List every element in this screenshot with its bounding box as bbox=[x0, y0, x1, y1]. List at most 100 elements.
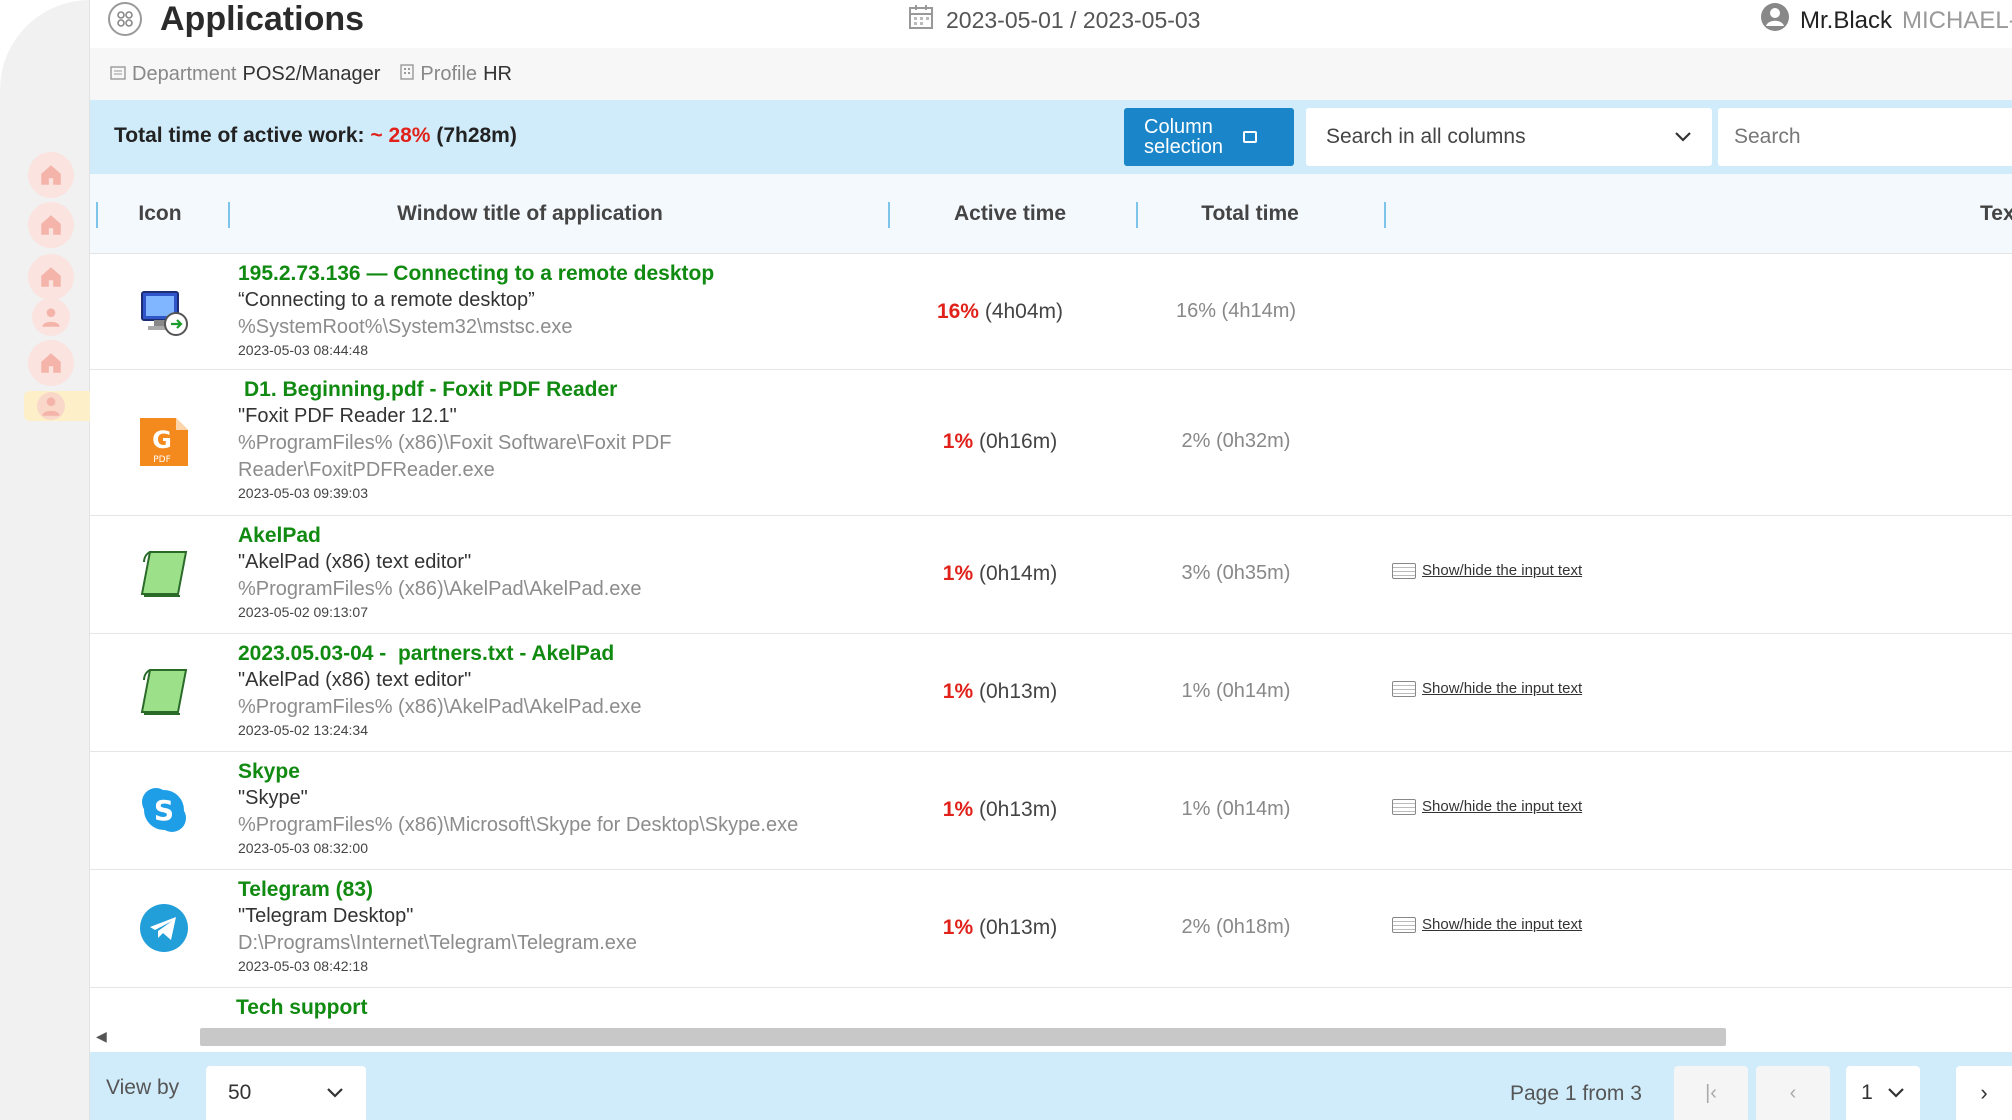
scroll-left-icon[interactable]: ◀ bbox=[96, 1028, 107, 1045]
akelpad-icon bbox=[134, 662, 194, 722]
horizontal-scrollbar[interactable]: ◀ bbox=[90, 1022, 2012, 1052]
filter-info-bar: Department POS2/Manager Profile HR bbox=[90, 48, 2012, 100]
column-selection-line2: selection bbox=[1144, 136, 1223, 158]
chevron-down-icon bbox=[1674, 125, 1692, 149]
table-header: Icon Window title of application Active … bbox=[90, 174, 2012, 254]
show-hide-input-text-link[interactable]: Show/hide the input text bbox=[1392, 798, 1582, 815]
total-percent: 28% bbox=[388, 124, 431, 147]
column-selection-button[interactable]: Column selection bbox=[1124, 108, 1294, 166]
active-duration: (0h13m) bbox=[979, 916, 1058, 939]
column-separator[interactable] bbox=[888, 202, 890, 228]
table-row[interactable]: AkelPad "AkelPad (x86) text editor" %Pro… bbox=[90, 516, 2012, 634]
row-total-time: 2% (0h32m) bbox=[1181, 430, 1291, 452]
show-hide-label: Show/hide the input text bbox=[1422, 916, 1583, 933]
akelpad-icon bbox=[134, 544, 194, 604]
header: Applications 2023-05-01 / 2023-05-03 Mr.… bbox=[90, 0, 2012, 48]
show-hide-input-text-link[interactable]: Show/hide the input text bbox=[1392, 680, 1582, 697]
page-select[interactable]: 1 bbox=[1846, 1066, 1920, 1120]
active-duration: (4h04m) bbox=[984, 300, 1064, 323]
table-row[interactable]: Telegram (83) "Telegram Desktop" D:\Prog… bbox=[90, 870, 2012, 988]
telegram-icon bbox=[134, 898, 194, 958]
show-hide-input-text-link[interactable]: Show/hide the input text bbox=[1392, 916, 1582, 933]
home-icon[interactable] bbox=[28, 152, 74, 198]
table-row[interactable]: 2023.05.03-04 - partners.txt - AkelPad "… bbox=[90, 634, 2012, 752]
home-icon[interactable] bbox=[28, 340, 74, 386]
page-info: Page 1 from 3 bbox=[1510, 1082, 1642, 1105]
column-header-total-time[interactable]: Total time bbox=[1150, 174, 1350, 254]
table-row[interactable]: 195.2.73.136 — Connecting to a remote de… bbox=[90, 254, 2012, 370]
active-percent: 1% bbox=[942, 680, 974, 703]
row-total-time: 1% (0h14m) bbox=[1181, 798, 1291, 820]
scrollbar-thumb[interactable] bbox=[200, 1028, 1726, 1046]
apps-grid-icon bbox=[108, 2, 142, 36]
keyboard-icon bbox=[1392, 562, 1416, 579]
table-toolbar: Total time of active work: ~ 28% (7h28m)… bbox=[90, 100, 2012, 174]
user-id: MICHAEL- bbox=[1902, 6, 2012, 34]
keyboard-icon bbox=[1392, 798, 1416, 815]
view-by-label: View by bbox=[106, 1076, 180, 1099]
show-hide-label: Show/hide the input text bbox=[1422, 680, 1583, 697]
skype-icon: S bbox=[134, 780, 194, 840]
column-separator[interactable] bbox=[1136, 202, 1138, 228]
row-title[interactable]: 195.2.73.136 — Connecting to a remote de… bbox=[238, 260, 858, 287]
row-text: 195.2.73.136 — Connecting to a remote de… bbox=[238, 260, 858, 359]
column-header-icon[interactable]: Icon bbox=[120, 174, 200, 254]
row-title[interactable]: Telegram (83) bbox=[238, 876, 858, 903]
row-title[interactable]: Tech support bbox=[236, 994, 856, 1021]
row-active-time: 1% (0h13m) bbox=[890, 680, 1110, 704]
row-description: "AkelPad (x86) text editor" bbox=[238, 669, 472, 691]
table-row[interactable]: Tech support bbox=[90, 988, 2012, 1022]
total-active-work: Total time of active work: ~ 28% (7h28m) bbox=[114, 124, 517, 148]
column-separator[interactable] bbox=[1384, 202, 1386, 228]
user-menu[interactable]: Mr.Black MICHAEL- bbox=[1760, 2, 2012, 39]
main-panel: Applications 2023-05-01 / 2023-05-03 Mr.… bbox=[90, 0, 2012, 1120]
row-title[interactable]: Skype bbox=[238, 758, 858, 785]
row-path: %ProgramFiles% (x86)\AkelPad\AkelPad.exe bbox=[238, 578, 642, 600]
search-scope-value: Search in all columns bbox=[1326, 125, 1526, 148]
row-description: "Telegram Desktop" bbox=[238, 905, 414, 927]
user-icon[interactable] bbox=[32, 298, 70, 336]
home-icon[interactable] bbox=[28, 202, 74, 248]
pagination-bar: View by 50 Page 1 from 3 |‹ ‹ 1 › bbox=[90, 1052, 2012, 1120]
column-separator[interactable] bbox=[96, 202, 98, 228]
total-time: (7h28m) bbox=[436, 124, 517, 147]
show-hide-label: Show/hide the input text bbox=[1422, 798, 1583, 815]
view-by-select[interactable]: 50 bbox=[206, 1066, 366, 1120]
remote-desktop-icon bbox=[134, 282, 194, 342]
table-row[interactable]: S Skype "Skype" %ProgramFiles% (x86)\Mic… bbox=[90, 752, 2012, 870]
search-scope-select[interactable]: Search in all columns bbox=[1306, 108, 1712, 166]
user-avatar-icon bbox=[1760, 2, 1790, 39]
first-page-button[interactable]: |‹ bbox=[1674, 1066, 1748, 1120]
show-hide-label: Show/hide the input text bbox=[1422, 562, 1583, 579]
row-title[interactable]: 2023.05.03-04 - partners.txt - AkelPad bbox=[238, 640, 858, 667]
row-active-time: 1% (0h14m) bbox=[890, 562, 1110, 586]
row-description: "Skype" bbox=[238, 787, 308, 809]
row-title[interactable]: AkelPad bbox=[238, 522, 858, 549]
search-input[interactable] bbox=[1718, 108, 2012, 166]
columns-icon bbox=[1242, 131, 1257, 143]
department-icon bbox=[110, 63, 126, 86]
user-icon[interactable] bbox=[37, 392, 65, 420]
active-duration: (0h16m) bbox=[979, 430, 1058, 453]
previous-page-button[interactable]: ‹ bbox=[1756, 1066, 1830, 1120]
home-icon[interactable] bbox=[28, 254, 74, 300]
show-hide-input-text-link[interactable]: Show/hide the input text bbox=[1392, 562, 1582, 579]
row-date: 2023-05-03 08:42:18 bbox=[238, 958, 368, 974]
keyboard-icon bbox=[1392, 680, 1416, 697]
user-name: Mr.Black bbox=[1800, 6, 1893, 34]
next-page-button[interactable]: › bbox=[1956, 1066, 2012, 1120]
column-header-text[interactable]: Tex bbox=[1980, 174, 2012, 254]
calendar-icon bbox=[908, 4, 934, 36]
date-range[interactable]: 2023-05-01 / 2023-05-03 bbox=[908, 4, 1200, 36]
row-date: 2023-05-02 13:24:34 bbox=[238, 722, 368, 738]
column-separator[interactable] bbox=[228, 202, 230, 228]
table-row[interactable]: G PDF D1. Beginning.pdf - Foxit PDF Reade… bbox=[90, 370, 2012, 516]
column-header-window-title[interactable]: Window title of application bbox=[240, 174, 820, 254]
column-header-active-time[interactable]: Active time bbox=[910, 174, 1110, 254]
row-active-time: 1% (0h16m) bbox=[890, 430, 1110, 454]
profile-label: Profile bbox=[420, 62, 478, 85]
row-title[interactable]: D1. Beginning.pdf - Foxit PDF Reader bbox=[238, 376, 858, 403]
department-value: POS2/Manager bbox=[242, 62, 381, 85]
row-total-time: 1% (0h14m) bbox=[1181, 680, 1291, 702]
row-total-time: 16% (4h14m) bbox=[1175, 300, 1297, 322]
